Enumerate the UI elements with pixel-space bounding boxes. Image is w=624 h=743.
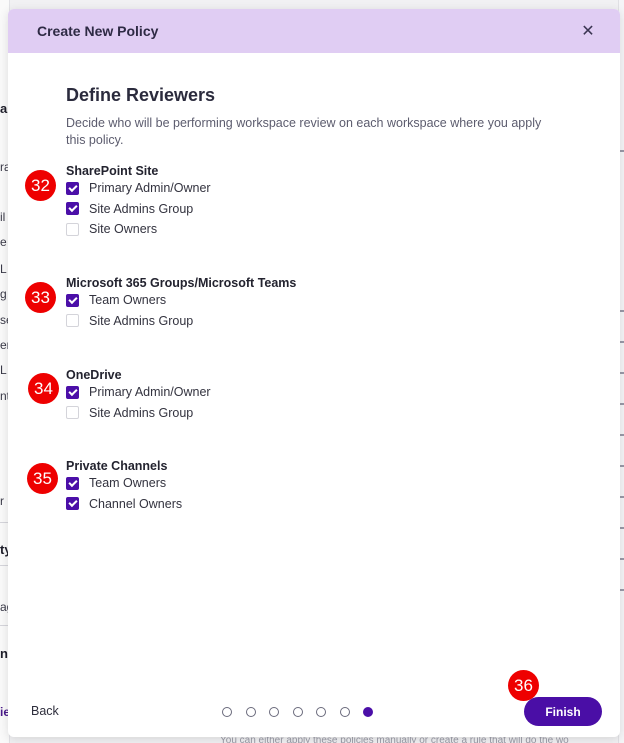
bg-tick: [620, 150, 624, 152]
modal-header: Create New Policy ✕: [8, 9, 620, 53]
checkbox-unchecked[interactable]: [66, 314, 79, 328]
group-private-channels: Private Channels Team Owners Channel Own…: [66, 459, 182, 514]
step-dot[interactable]: [339, 707, 350, 717]
annotation-badge: 32: [25, 170, 56, 201]
option-label: Site Admins Group: [89, 313, 194, 328]
checkbox-checked[interactable]: [66, 385, 79, 399]
option-label: Site Admins Group: [89, 405, 194, 420]
bg-tick: [620, 496, 624, 498]
annotation-badge: 34: [28, 373, 59, 404]
option-primary-admin-owner[interactable]: Primary Admin/Owner: [66, 382, 211, 403]
finish-button[interactable]: Finish: [524, 697, 602, 726]
bg-tick: [620, 403, 624, 405]
option-label: Site Admins Group: [89, 201, 194, 216]
checkbox-unchecked[interactable]: [66, 406, 79, 420]
checkbox-checked[interactable]: [66, 476, 79, 490]
modal-title: Create New Policy: [37, 23, 159, 39]
option-site-admins-group[interactable]: Site Admins Group: [66, 311, 296, 332]
page-description: Decide who will be performing workspace …: [66, 116, 542, 147]
bg-tick: [620, 527, 624, 529]
step-dot[interactable]: [222, 707, 232, 717]
option-primary-admin-owner[interactable]: Primary Admin/Owner: [66, 178, 211, 199]
group-m365-teams: Microsoft 365 Groups/Microsoft Teams Tea…: [66, 276, 296, 331]
page-title: Define Reviewers: [66, 85, 216, 105]
bg-tick: [620, 465, 624, 467]
annotation-badge: 35: [27, 463, 58, 494]
step-dot-current[interactable]: [363, 707, 373, 717]
group-title: OneDrive: [66, 368, 122, 382]
group-title: Private Channels: [66, 459, 168, 473]
option-site-owners[interactable]: Site Owners: [66, 219, 211, 240]
checkbox-checked[interactable]: [66, 181, 79, 195]
group-sharepoint-site: SharePoint Site Primary Admin/Owner Site…: [66, 164, 211, 240]
option-label: Channel Owners: [89, 496, 183, 511]
bg-tick: [620, 372, 624, 374]
option-site-admins-group[interactable]: Site Admins Group: [66, 403, 211, 424]
option-team-owners[interactable]: Team Owners: [66, 473, 182, 494]
checkbox-checked[interactable]: [66, 497, 79, 511]
option-label: Primary Admin/Owner: [89, 385, 211, 400]
option-label: Team Owners: [89, 476, 167, 491]
create-policy-modal: Create New Policy ✕ Define Reviewers Dec…: [8, 9, 620, 737]
bg-tick: [620, 558, 624, 560]
option-site-admins-group[interactable]: Site Admins Group: [66, 199, 211, 220]
close-icon[interactable]: ✕: [578, 21, 598, 41]
step-indicator: [222, 707, 387, 717]
checkbox-checked[interactable]: [66, 202, 79, 216]
annotation-badge: 33: [25, 282, 56, 313]
checkbox-checked[interactable]: [66, 293, 79, 307]
bg-tick: [620, 341, 624, 343]
reviewers-intro: Define Reviewers Decide who will be perf…: [66, 85, 566, 149]
option-label: Site Owners: [89, 222, 158, 237]
option-channel-owners[interactable]: Channel Owners: [66, 494, 182, 515]
group-onedrive: OneDrive Primary Admin/Owner Site Admins…: [66, 368, 211, 423]
back-button[interactable]: Back: [31, 704, 59, 718]
step-dot[interactable]: [269, 707, 279, 717]
bg-tick: [620, 434, 624, 436]
option-label: Primary Admin/Owner: [89, 181, 211, 196]
option-team-owners[interactable]: Team Owners: [66, 290, 296, 311]
step-dot[interactable]: [292, 707, 303, 717]
step-dot[interactable]: [316, 707, 326, 717]
bg-tick: [620, 310, 624, 312]
group-title: SharePoint Site: [66, 164, 159, 178]
group-title: Microsoft 365 Groups/Microsoft Teams: [66, 276, 297, 290]
checkbox-unchecked[interactable]: [66, 222, 79, 236]
option-label: Team Owners: [89, 293, 167, 308]
annotation-badge: 36: [508, 670, 539, 701]
bg-tick: [620, 589, 624, 591]
step-dot[interactable]: [245, 707, 256, 717]
